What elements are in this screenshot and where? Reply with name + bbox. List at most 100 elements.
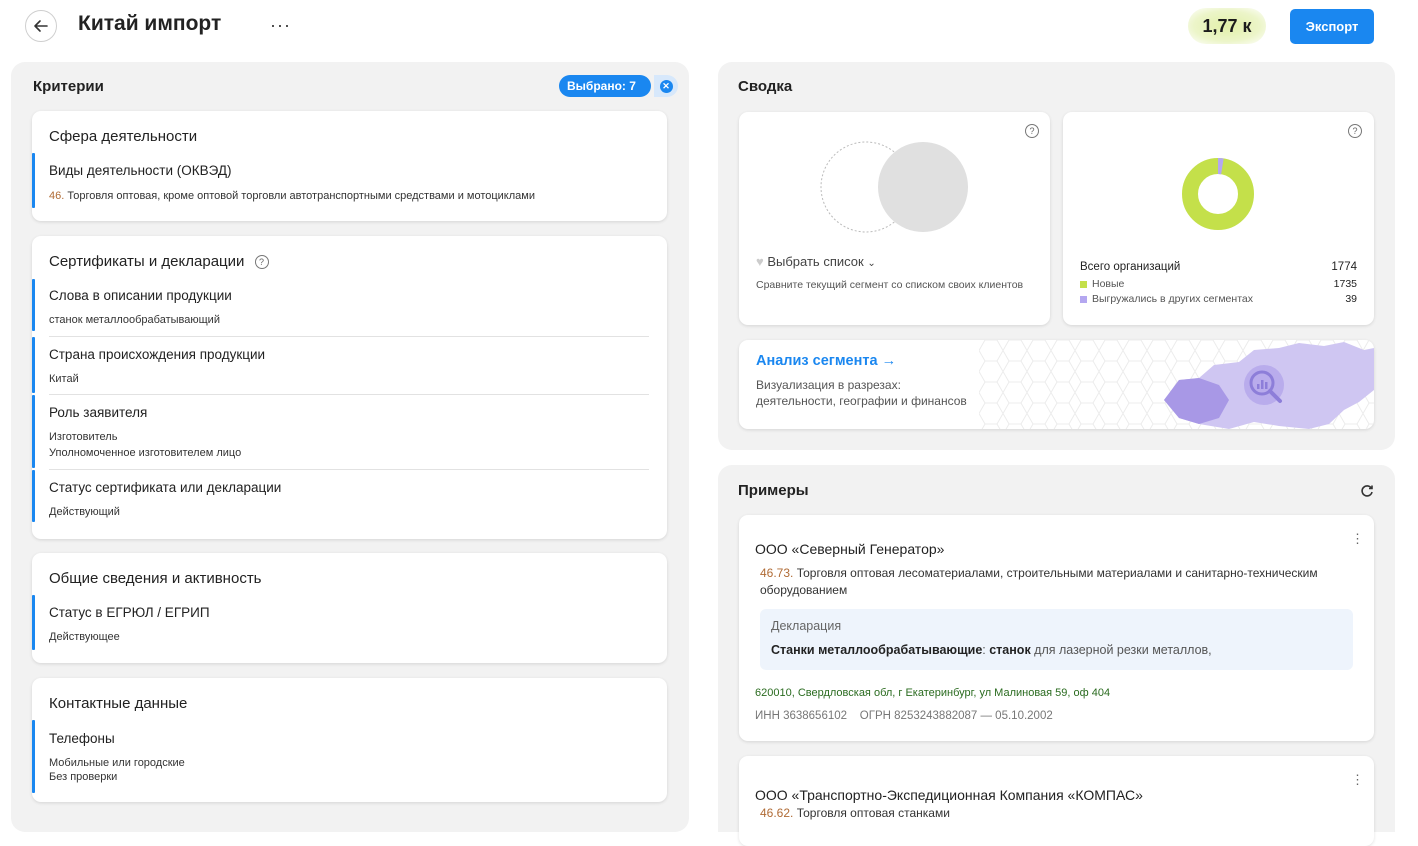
activity-code: 46.73. <box>760 566 794 580</box>
new-row: Новые 1735 <box>1080 278 1357 290</box>
segment-analysis-card[interactable]: Анализ сегмента → Визуализация в разреза… <box>739 340 1374 429</box>
company-name[interactable]: ООО «Северный Генератор» <box>755 541 944 557</box>
criterion-value: Без проверки <box>49 771 118 783</box>
legend-swatch-new <box>1080 280 1087 288</box>
example-card[interactable]: ⋮ ООО «Транспортно-Экспедиционная Компан… <box>739 756 1374 846</box>
company-activity: 46.73. Торговля оптовая лесоматериалами,… <box>760 565 1340 599</box>
criterion-marker <box>32 337 35 393</box>
criterion-name: Телефоны <box>49 731 115 746</box>
analysis-line-2: деятельности, географии и финансов <box>756 394 967 408</box>
criterion-name: Статус в ЕГРЮЛ / ЕГРИП <box>49 605 210 620</box>
total-value: 1774 <box>1331 261 1357 273</box>
declaration-bold-1: Станки металлообрабатывающие <box>771 643 983 657</box>
criterion-marker <box>32 720 35 793</box>
help-icon[interactable]: ? <box>254 255 269 270</box>
declaration-box: Декларация Станки металлообрабатывающие:… <box>760 609 1353 670</box>
arrow-left-icon <box>34 20 48 32</box>
company-ids: ИНН 3638656102 ОГРН 8253243882087 — 05.1… <box>755 710 1053 722</box>
criterion-okved[interactable]: Виды деятельности (ОКВЭД) 46. Торговля о… <box>32 153 650 208</box>
help-icon[interactable]: ? <box>1025 124 1039 138</box>
example-card[interactable]: ⋮ ООО «Северный Генератор» 46.73. Торгов… <box>739 515 1374 741</box>
company-name[interactable]: ООО «Транспортно-Экспедиционная Компания… <box>755 787 1143 803</box>
heart-icon: ♥ <box>756 254 764 269</box>
criterion-value: станок металлообрабатывающий <box>49 314 220 326</box>
select-list-button[interactable]: ♥ Выбрать список ⌄ <box>756 254 876 269</box>
criterion-marker <box>32 595 35 650</box>
new-label: Новые <box>1092 278 1125 290</box>
export-button[interactable]: Экспорт <box>1290 9 1374 44</box>
criterion-marker <box>32 395 35 468</box>
criterion-value: Изготовитель <box>49 431 118 443</box>
declaration-bold-2: станок <box>989 643 1031 657</box>
analysis-title[interactable]: Анализ сегмента → <box>756 353 896 369</box>
summary-title: Сводка <box>738 78 793 95</box>
top-bar: Китай импорт ··· 1,77 к Экспорт <box>0 0 1418 52</box>
page-title: Китай импорт <box>78 12 222 35</box>
russia-map-image <box>1164 342 1374 429</box>
close-icon: ✕ <box>659 79 673 93</box>
total-row: Всего организаций 1774 <box>1080 261 1357 273</box>
criterion-name: Слова в описании продукции <box>49 288 232 303</box>
criteria-card-activity[interactable]: Сфера деятельности Виды деятельности (ОК… <box>32 111 667 221</box>
new-value: 1735 <box>1333 278 1357 290</box>
other-row: Выгружались в других сегментах 39 <box>1080 293 1357 305</box>
criterion-value: Действующий <box>49 506 120 518</box>
criterion-product-words[interactable]: Слова в описании продукции станок металл… <box>32 279 650 331</box>
card-title: Сфера деятельности <box>49 128 198 145</box>
criterion-marker <box>32 279 35 331</box>
venn-diagram <box>820 141 968 233</box>
legend-swatch-other <box>1080 295 1087 303</box>
card-title: Сертификаты и декларации ? <box>49 253 269 270</box>
company-activity: 46.62. Торговля оптовая станками <box>760 806 950 820</box>
compare-card[interactable]: ? ♥ Выбрать список ⌄ Сравните текущий се… <box>739 112 1050 325</box>
activity-code: 46.62. <box>760 806 794 820</box>
criteria-panel: Критерии Выбрано: 7 ✕ Сфера деятельности… <box>11 62 689 832</box>
criteria-card-certificates[interactable]: Сертификаты и декларации ? Слова в описа… <box>32 236 667 539</box>
selected-count-badge[interactable]: Выбрано: 7 <box>559 75 651 97</box>
analysis-line-1: Визуализация в разрезах: <box>756 378 901 392</box>
other-value: 39 <box>1345 293 1357 305</box>
criteria-card-general[interactable]: Общие сведения и активность Статус в ЕГР… <box>32 553 667 663</box>
summary-panel: Сводка ? ♥ Выбрать список ⌄ Сравните тек… <box>718 62 1395 450</box>
more-vertical-icon[interactable]: ⋮ <box>1351 531 1364 547</box>
criterion-cert-status[interactable]: Статус сертификата или декларации Действ… <box>32 470 650 522</box>
clear-selection-button[interactable]: ✕ <box>654 75 678 97</box>
criterion-origin-country[interactable]: Страна происхождения продукции Китай <box>32 337 650 393</box>
criteria-card-contacts[interactable]: Контактные данные Телефоны Мобильные или… <box>32 678 667 802</box>
criterion-marker <box>32 470 35 522</box>
declaration-rest: для лазерной резки металлов, <box>1030 643 1212 657</box>
other-label: Выгружались в других сегментах <box>1092 293 1253 305</box>
criterion-marker <box>32 153 35 208</box>
declaration-label: Декларация <box>771 619 842 633</box>
card-title-text: Сертификаты и декларации <box>49 253 245 270</box>
criterion-name: Роль заявителя <box>49 405 148 420</box>
select-list-label: Выбрать список <box>767 254 864 269</box>
examples-panel: Примеры ⋮ ООО «Северный Генератор» 46.73… <box>718 465 1395 846</box>
criterion-applicant-role[interactable]: Роль заявителя Изготовитель Уполномоченн… <box>32 395 650 468</box>
criterion-name: Статус сертификата или декларации <box>49 480 282 495</box>
criteria-title: Критерии <box>33 78 104 95</box>
criterion-egrul-status[interactable]: Статус в ЕГРЮЛ / ЕГРИП Действующее <box>32 595 650 650</box>
segment-count: 1,77 к <box>1188 8 1266 44</box>
criterion-name: Страна происхождения продукции <box>49 347 266 362</box>
criterion-value: 46. Торговля оптовая, кроме оптовой торг… <box>49 189 535 203</box>
criterion-name: Виды деятельности (ОКВЭД) <box>49 163 232 178</box>
card-title: Общие сведения и активность <box>49 570 262 587</box>
more-vertical-icon[interactable]: ⋮ <box>1351 772 1364 788</box>
criterion-value: Уполномоченное изготовителем лицо <box>49 447 242 459</box>
help-icon[interactable]: ? <box>1348 124 1362 138</box>
more-menu-button[interactable]: ··· <box>270 15 291 36</box>
organizations-card: ? Всего организаций 1774 Новые 1735 Выгр… <box>1063 112 1374 325</box>
activity-text: Торговля оптовая лесоматериалами, строит… <box>760 566 1318 597</box>
card-title: Контактные данные <box>49 695 188 712</box>
compare-description: Сравните текущий сегмент со списком свои… <box>756 279 1024 291</box>
declaration-text: Станки металлообрабатывающие: станок для… <box>771 643 1212 657</box>
refresh-icon[interactable] <box>1360 484 1374 498</box>
back-button[interactable] <box>25 10 57 42</box>
okved-code: 46. <box>49 190 65 202</box>
criterion-value: Мобильные или городские <box>49 757 185 769</box>
total-label: Всего организаций <box>1080 261 1181 273</box>
criterion-phones[interactable]: Телефоны Мобильные или городские Без про… <box>32 720 650 793</box>
examples-title: Примеры <box>738 482 809 499</box>
company-address: 620010, Свердловская обл, г Екатеринбург… <box>755 687 1111 699</box>
